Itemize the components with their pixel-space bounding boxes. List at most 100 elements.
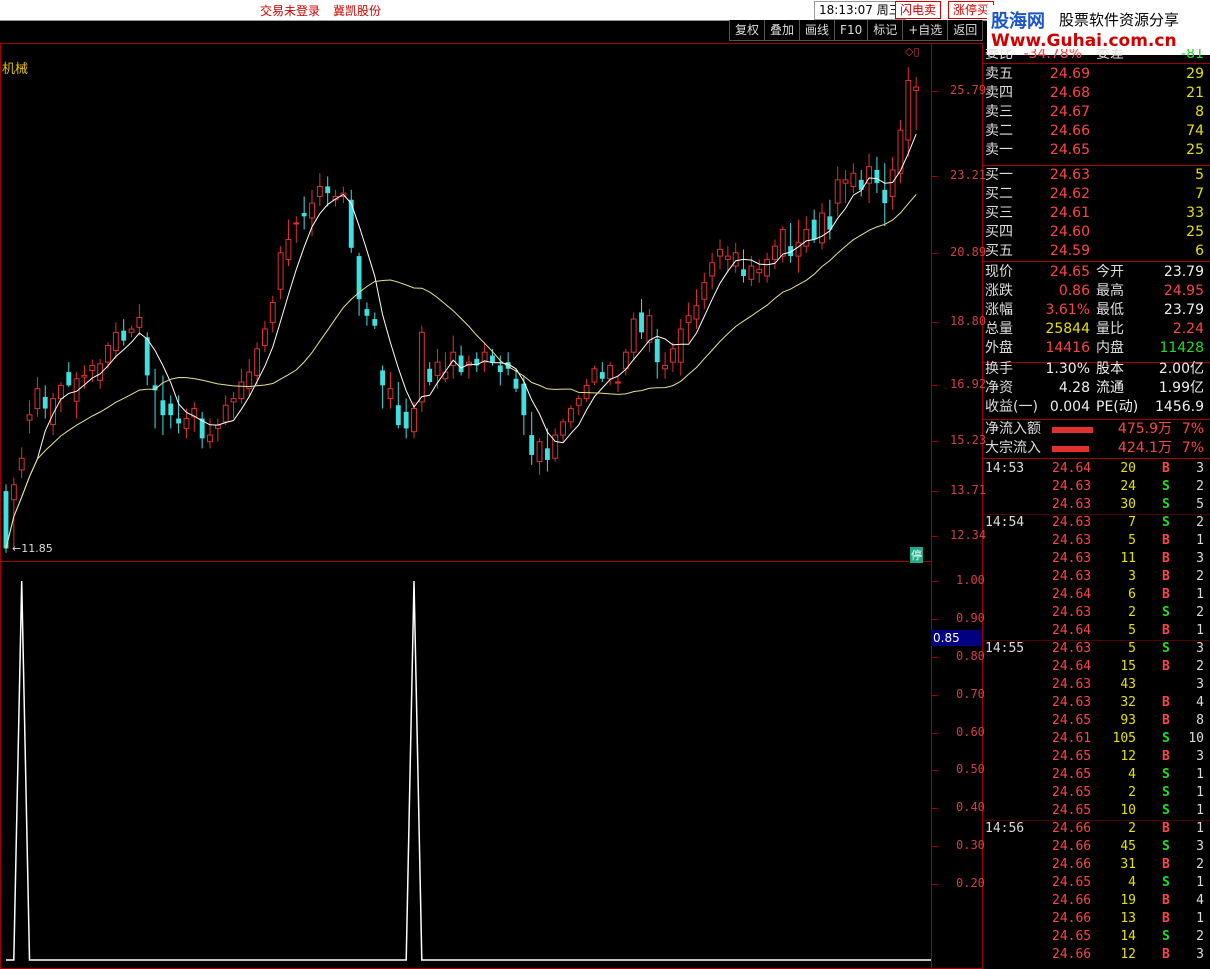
flow-value: 424.1万: [1117, 440, 1172, 456]
f10-button[interactable]: F10: [834, 20, 869, 41]
tick-price: 24.64: [1052, 659, 1092, 674]
candle-body: [26, 414, 33, 421]
candle-body: [427, 368, 433, 383]
candle-body: [136, 316, 143, 328]
candle-body: [387, 388, 394, 400]
brand-name: 股海网: [991, 11, 1045, 32]
mark-button[interactable]: 标记: [867, 20, 904, 41]
indicator-chart[interactable]: [0, 562, 931, 968]
ask-volume: 8: [1195, 104, 1204, 120]
bid-label: 买五: [985, 243, 1013, 259]
tick-price: 24.66: [1052, 857, 1092, 872]
candle-body: [685, 315, 692, 323]
candle-body: [536, 441, 543, 463]
candle-body: [309, 202, 315, 219]
candle-body: [490, 355, 495, 363]
fundamental-key: 净资: [985, 380, 1013, 396]
flash-sell-button[interactable]: 闪电卖: [895, 1, 942, 19]
candlestick-chart[interactable]: [0, 44, 931, 561]
bid-volume: 25: [1186, 224, 1204, 240]
ma-short-line: [5, 133, 917, 549]
candle-body: [889, 169, 896, 197]
candle-body: [301, 213, 307, 217]
price-tick-label: 23.21: [950, 168, 987, 183]
overlay-button[interactable]: 叠加: [764, 20, 801, 41]
tick-count: 2: [1196, 569, 1204, 584]
bid-label: 买四: [985, 224, 1013, 240]
quote-value: 0.86: [1058, 283, 1090, 299]
candle-body: [144, 337, 150, 376]
tick-quantity: 45: [1120, 839, 1136, 854]
candle-body: [701, 282, 708, 300]
fundamental-key: 流通: [1096, 380, 1124, 396]
quote-value: 23.79: [1163, 264, 1204, 280]
ask-row: 卖三 24.67 8: [982, 103, 1210, 122]
back-button[interactable]: 返回: [947, 20, 984, 41]
ask-label: 卖五: [985, 66, 1013, 82]
add-watchlist-button[interactable]: +自选: [902, 20, 949, 41]
price-tick-label: 12.34: [950, 528, 987, 543]
login-status[interactable]: 交易未登录: [260, 2, 320, 19]
tick-row: 24.65 4 S 1: [982, 766, 1210, 784]
ask-volume: 74: [1186, 123, 1204, 139]
tick-side: S: [1162, 641, 1170, 656]
tick-row: 14:54 24.63 7 S 2: [982, 514, 1210, 532]
tick-row: 24.63 5 B 1: [982, 532, 1210, 550]
tick-count: 2: [1196, 605, 1204, 620]
tick-count: 4: [1196, 893, 1204, 908]
tick-side: S: [1162, 497, 1170, 512]
candle-body: [364, 309, 370, 316]
fundamental-value: 1.99亿: [1158, 380, 1204, 396]
tick-row: 24.65 14 S 2: [982, 928, 1210, 946]
candle-body: [639, 312, 644, 333]
candle-body: [662, 364, 669, 370]
indicator-tick-mark: [932, 656, 937, 658]
candle-body: [395, 405, 401, 426]
candle-body: [10, 484, 17, 501]
tick-quantity: 20: [1120, 461, 1136, 476]
candle-body: [717, 248, 723, 257]
tick-count: 3: [1196, 551, 1204, 566]
tick-quantity: 5: [1128, 623, 1136, 638]
tick-price: 24.65: [1052, 767, 1092, 782]
tick-price: 24.64: [1052, 623, 1092, 638]
indicator-axis: 1.00 0.90 0.80 0.70 0.60 0.50 0.40 0.30 0.20: [932, 562, 985, 968]
quote-value: 2.24: [1172, 321, 1204, 337]
flow-label: 净流入额: [985, 421, 1041, 437]
ask-row: 卖二 24.66 74: [982, 122, 1210, 141]
candle-body: [66, 372, 72, 386]
ask-volume: 29: [1186, 66, 1204, 82]
bid-row: 买五 24.59 6: [982, 242, 1210, 261]
quote-key: 今开: [1096, 264, 1124, 280]
candle-body: [882, 189, 888, 204]
draw-line-button[interactable]: 画线: [799, 20, 836, 41]
tick-side: B: [1162, 821, 1170, 836]
tick-side: B: [1162, 659, 1170, 674]
tick-quantity: 24: [1120, 479, 1136, 494]
indicator-tick-label: 1.00: [956, 572, 985, 587]
tick-side: S: [1162, 839, 1170, 854]
candle-body: [599, 372, 605, 379]
tick-price: 24.63: [1052, 497, 1092, 512]
quote-row: 现价 24.65 今开 23.79: [982, 263, 1210, 282]
flow-row: 大宗流入 424.1万 7%: [982, 439, 1210, 458]
tick-count: 3: [1196, 947, 1204, 962]
candle-body: [285, 239, 292, 260]
restore-rights-button[interactable]: 复权: [729, 20, 766, 41]
ask-label: 卖四: [985, 85, 1013, 101]
ask-label: 卖一: [985, 142, 1013, 158]
ask-row: 卖四 24.68 21: [982, 84, 1210, 103]
tick-row: 24.65 10 S 1: [982, 802, 1210, 820]
flow-bar: [1052, 446, 1089, 452]
fundamental-row: 收益(一) 0.004 PE(动) 1456.9: [982, 398, 1210, 417]
candle-body: [418, 331, 425, 403]
quote-key: 最高: [1096, 283, 1124, 299]
price-tick-mark: [932, 90, 937, 92]
candle-body: [819, 212, 825, 244]
candle-body: [654, 338, 660, 363]
quote-key: 涨幅: [985, 302, 1013, 318]
tick-quantity: 6: [1128, 587, 1136, 602]
candle-body: [325, 186, 331, 194]
tick-count: 3: [1196, 641, 1204, 656]
tick-time: 14:55: [985, 641, 1025, 656]
